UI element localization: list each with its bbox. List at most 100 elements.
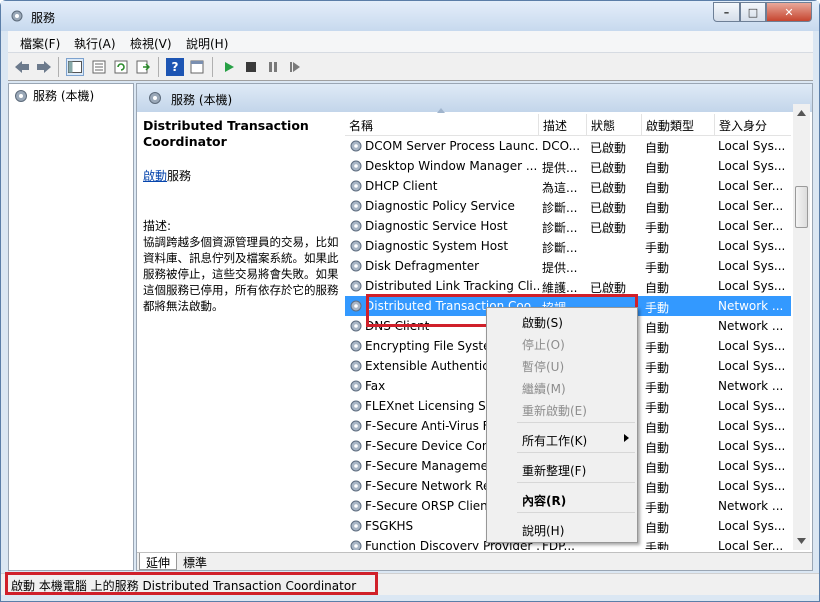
service-startup-type: 手動 <box>645 341 670 355</box>
snapin-icon[interactable] <box>188 58 206 76</box>
service-logon: Local Sys... <box>718 159 786 173</box>
table-row[interactable]: DCOM Server Process Launc... DCO... 已啟動 自動 L… <box>345 136 791 156</box>
services-window: 服務 – □ ✕ 檔案(F) 執行(A) 檢視(V) 說明(H) ? 服務 (本… <box>0 0 820 602</box>
service-gear-icon <box>349 479 363 493</box>
console-tree-pane: 服務 (本機) <box>8 83 134 571</box>
menu-separator <box>517 482 635 483</box>
export-list-icon[interactable] <box>134 58 152 76</box>
service-logon: Local Sys... <box>718 259 786 273</box>
help-icon[interactable]: ? <box>166 58 184 76</box>
service-logon: Local Ser... <box>718 539 784 550</box>
vertical-scrollbar[interactable] <box>793 104 810 550</box>
selected-service-title: Distributed Transaction Coordinator <box>143 118 309 149</box>
menu-separator <box>517 512 635 513</box>
service-startup-type: 自動 <box>645 521 670 535</box>
menu-item-all-tasks[interactable]: 所有工作(K) <box>490 429 634 449</box>
service-logon: Local Sys... <box>718 399 786 413</box>
start-service-link[interactable]: 啟動 <box>143 169 167 183</box>
table-row[interactable]: Disk Defragmenter 提供... 手動 Local Sys... <box>345 256 791 276</box>
restart-icon[interactable] <box>286 58 304 76</box>
service-logon: Local Sys... <box>718 479 786 493</box>
console-tree-icon[interactable] <box>66 58 84 76</box>
properties-icon[interactable] <box>90 58 108 76</box>
menu-file[interactable]: 檔案(F) <box>20 35 60 52</box>
table-row[interactable]: Distributed Link Tracking Cli... 維護... 已啟動… <box>345 276 791 296</box>
column-description[interactable]: 描述 <box>539 114 587 136</box>
menu-action[interactable]: 執行(A) <box>74 35 116 52</box>
service-startup-type: 手動 <box>645 221 670 235</box>
table-row[interactable]: Diagnostic Policy Service 診斷... 已啟動 自動 Local… <box>345 196 791 216</box>
play-icon[interactable] <box>220 58 238 76</box>
service-logon: Local Sys... <box>718 439 786 453</box>
pause-icon[interactable] <box>264 58 282 76</box>
menu-item-properties[interactable]: 內容(R) <box>490 489 634 509</box>
service-startup-type: 手動 <box>645 261 670 275</box>
service-name: Disk Defragmenter <box>365 259 480 273</box>
service-gear-icon <box>349 459 363 473</box>
maximize-button[interactable]: □ <box>740 2 766 22</box>
menu-help[interactable]: 說明(H) <box>186 35 228 52</box>
column-logon-as[interactable]: 登入身分 <box>715 114 791 136</box>
service-startup-type: 手動 <box>645 381 670 395</box>
window-title: 服務 <box>31 11 56 25</box>
view-tabs: 延伸 標準 <box>137 552 812 570</box>
table-row[interactable]: Diagnostic System Host 診斷... 手動 Local Sys..… <box>345 236 791 256</box>
service-gear-icon <box>349 499 363 513</box>
service-desc: 診斷... <box>542 201 578 215</box>
service-startup-type: 手動 <box>645 361 670 375</box>
service-name: DCOM Server Process Launc... <box>365 139 539 153</box>
forward-arrow-icon[interactable] <box>35 58 53 76</box>
service-gear-icon <box>349 239 363 253</box>
column-name[interactable]: 名稱 <box>345 108 539 136</box>
service-logon: Local Sys... <box>718 419 786 433</box>
column-status[interactable]: 狀態 <box>587 114 642 136</box>
service-logon: Local Sys... <box>718 339 786 353</box>
menu-view[interactable]: 檢視(V) <box>130 35 172 52</box>
menu-separator <box>517 452 635 453</box>
scroll-down-icon[interactable] <box>797 538 806 544</box>
service-desc: 診斷... <box>542 221 578 235</box>
column-startup-type[interactable]: 啟動類型 <box>642 114 715 136</box>
service-gear-icon <box>349 279 363 293</box>
menu-item-pause[interactable]: 暫停(U) <box>490 355 634 375</box>
menu-item-stop[interactable]: 停止(O) <box>490 333 634 353</box>
title-bar[interactable]: 服務 – □ ✕ <box>1 1 819 31</box>
service-gear-icon <box>349 219 363 233</box>
service-desc: 診斷... <box>542 241 578 255</box>
service-gear-icon <box>349 339 363 353</box>
table-row[interactable]: Diagnostic Service Host 診斷... 已啟動 手動 Local S… <box>345 216 791 236</box>
menu-item-resume[interactable]: 繼續(M) <box>490 377 634 397</box>
service-logon: Local Sys... <box>718 279 786 293</box>
service-name: Desktop Window Manager ... <box>365 159 538 173</box>
menu-item-refresh[interactable]: 重新整理(F) <box>490 459 634 479</box>
menu-item-restart[interactable]: 重新啟動(E) <box>490 399 634 419</box>
tree-item-services-local[interactable]: 服務 (本機) <box>13 87 94 104</box>
service-gear-icon <box>349 199 363 213</box>
service-startup-type: 自動 <box>645 441 670 455</box>
service-gear-icon <box>349 379 363 393</box>
refresh-icon[interactable] <box>112 58 130 76</box>
sort-ascending-icon <box>437 108 445 113</box>
tab-standard[interactable]: 標準 <box>177 553 213 570</box>
table-row[interactable]: DHCP Client 為這... 已啟動 自動 Local Ser... <box>345 176 791 196</box>
service-gear-icon <box>349 259 363 273</box>
scroll-thumb[interactable] <box>795 186 808 228</box>
menu-item-help[interactable]: 說明(H) <box>490 519 634 539</box>
service-gear-icon <box>349 139 363 153</box>
scroll-up-icon[interactable] <box>797 110 806 116</box>
service-gear-icon <box>349 539 363 550</box>
minimize-button[interactable]: – <box>713 2 740 22</box>
tab-extended[interactable]: 延伸 <box>139 553 178 570</box>
close-button[interactable]: ✕ <box>766 2 812 22</box>
service-name: Diagnostic Service Host <box>365 219 508 233</box>
menu-item-start[interactable]: 啟動(S) <box>490 311 634 331</box>
services-gear-icon <box>149 92 161 104</box>
table-row[interactable]: Desktop Window Manager ... 提供... 已啟動 自動 Loca… <box>345 156 791 176</box>
service-logon: Local Sys... <box>718 459 786 473</box>
service-status: 已啟動 <box>590 181 627 195</box>
submenu-arrow-icon <box>624 434 629 442</box>
tree-item-label: 服務 (本機) <box>33 89 95 103</box>
service-gear-icon <box>349 399 363 413</box>
stop-icon[interactable] <box>242 58 260 76</box>
back-arrow-icon[interactable] <box>13 58 31 76</box>
